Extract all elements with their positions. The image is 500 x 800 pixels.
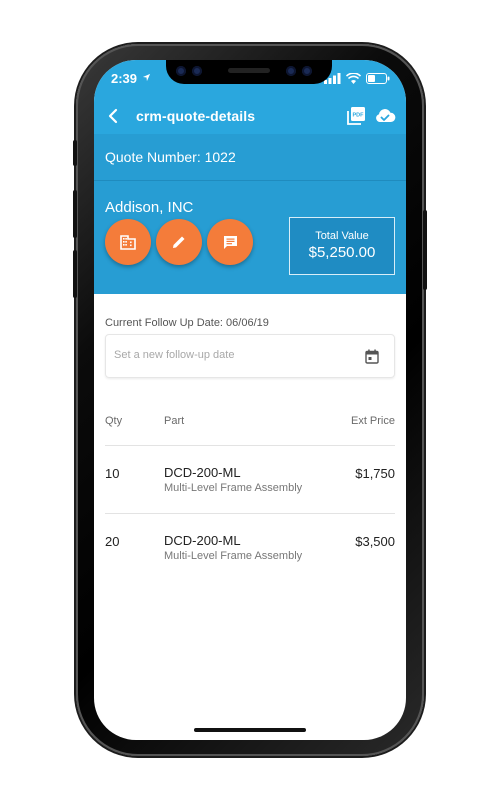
phone-screen: 2:39 crm-quote-details PDF Quote Number:… (94, 60, 406, 740)
pdf-icon[interactable]: PDF (346, 106, 366, 126)
quote-number-bar: Quote Number: 1022 (94, 134, 406, 181)
message-button[interactable] (207, 219, 253, 265)
follow-up-date-input[interactable]: Set a new follow-up date (105, 334, 395, 378)
customer-panel: Addison, INC Total Value $5,250.00 (94, 181, 406, 294)
battery-icon (366, 73, 390, 84)
calendar-icon[interactable] (365, 349, 379, 364)
building-icon (120, 235, 136, 250)
edit-button[interactable] (156, 219, 202, 265)
current-follow-up-date: Current Follow Up Date: 06/06/19 (105, 317, 269, 329)
column-header-price: Ext Price (350, 415, 395, 427)
table-divider (105, 513, 395, 514)
notch (166, 60, 332, 84)
follow-up-date-placeholder: Set a new follow-up date (114, 349, 235, 361)
message-icon (223, 235, 237, 249)
status-time: 2:39 (111, 71, 138, 86)
back-arrow-icon[interactable] (104, 106, 124, 126)
status-icons (324, 73, 390, 84)
wifi-icon (346, 73, 361, 84)
phone-power-button (423, 210, 427, 290)
front-camera-left (176, 66, 186, 76)
column-header-qty: Qty (105, 415, 123, 427)
column-header-part: Part (164, 415, 185, 427)
row-part: DCD-200-ML (164, 465, 241, 480)
row-price: $1,750 (355, 466, 395, 481)
status-bar: 2:39 (94, 60, 406, 98)
page-title: crm-quote-details (136, 108, 256, 124)
total-value-label: Total Value (315, 230, 369, 242)
app-bar: crm-quote-details PDF (94, 98, 406, 134)
phone-volume-up (73, 190, 77, 238)
row-description: Multi-Level Frame Assembly (164, 550, 303, 562)
sensor-right (302, 66, 312, 76)
total-value-box: Total Value $5,250.00 (289, 217, 395, 275)
row-qty: 20 (105, 534, 120, 549)
row-qty: 10 (105, 466, 120, 481)
table-divider (105, 445, 395, 446)
location-arrow-icon (142, 73, 151, 82)
row-description: Multi-Level Frame Assembly (164, 482, 303, 494)
front-camera-right (192, 66, 202, 76)
company-button[interactable] (105, 219, 151, 265)
company-name: Addison, INC (105, 199, 194, 216)
cloud-check-icon[interactable] (374, 106, 396, 126)
phone-side-button (73, 140, 77, 166)
phone-volume-down (73, 250, 77, 298)
pencil-icon (173, 236, 185, 248)
quote-number: Quote Number: 1022 (105, 149, 236, 165)
row-part: DCD-200-ML (164, 533, 241, 548)
total-value-amount: $5,250.00 (308, 244, 376, 261)
row-price: $3,500 (355, 534, 395, 549)
pdf-icon-text: PDF (353, 113, 365, 119)
home-indicator[interactable] (194, 728, 306, 732)
sensor-left (286, 66, 296, 76)
speaker-grille (228, 68, 270, 73)
